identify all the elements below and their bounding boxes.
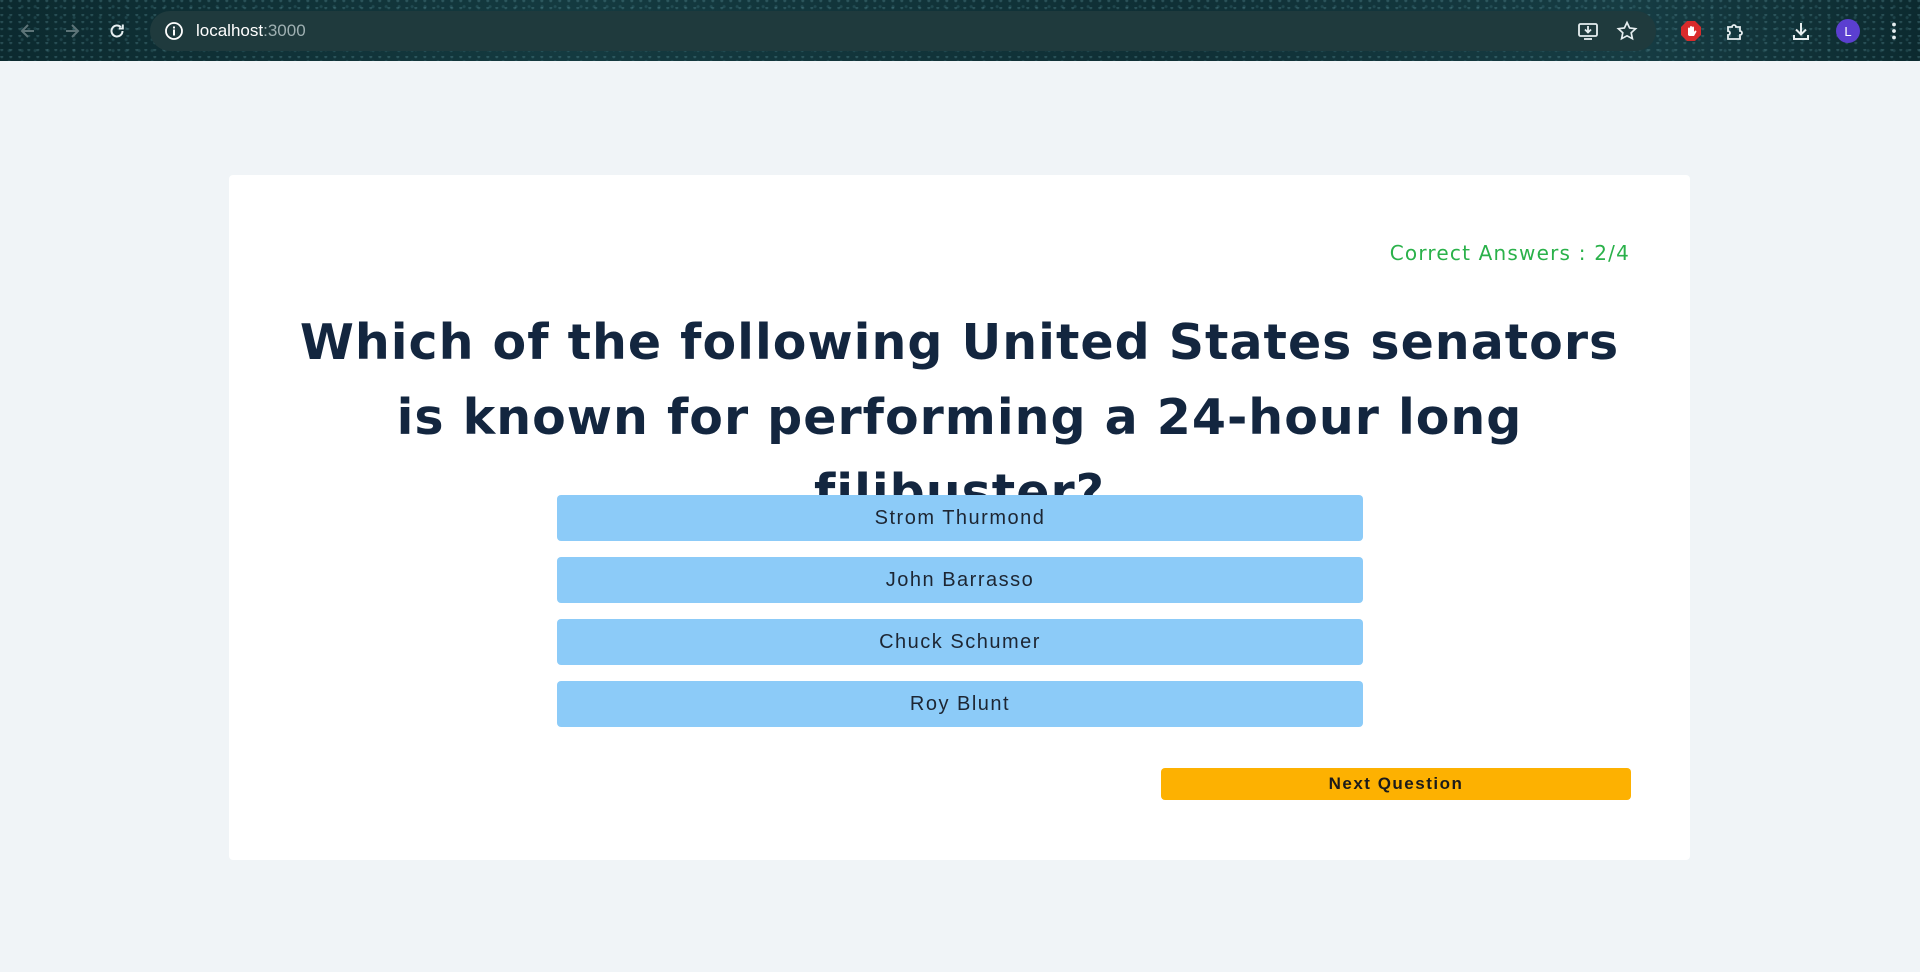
url-text[interactable]: localhost:3000 bbox=[196, 21, 306, 41]
score-counter: Correct Answers : 2/4 bbox=[1389, 241, 1630, 265]
answer-option-1[interactable]: Strom Thurmond bbox=[557, 495, 1363, 541]
reload-button[interactable] bbox=[99, 13, 135, 49]
url-host: localhost bbox=[196, 21, 264, 40]
reload-icon bbox=[107, 21, 127, 41]
extensions-puzzle-icon[interactable] bbox=[1717, 13, 1753, 49]
forward-arrow-icon bbox=[62, 21, 82, 41]
answer-list: Strom Thurmond John Barrasso Chuck Schum… bbox=[557, 495, 1363, 743]
back-arrow-icon bbox=[18, 21, 38, 41]
url-port: :3000 bbox=[263, 21, 306, 40]
forward-button[interactable] bbox=[54, 13, 90, 49]
bookmark-star-icon[interactable] bbox=[1613, 17, 1641, 45]
answer-option-3[interactable]: Chuck Schumer bbox=[557, 619, 1363, 665]
download-icon[interactable] bbox=[1783, 13, 1819, 49]
menu-kebab-icon[interactable] bbox=[1876, 13, 1912, 49]
browser-toolbar: localhost:3000 L bbox=[0, 0, 1920, 61]
back-button[interactable] bbox=[10, 13, 46, 49]
quiz-card: Correct Answers : 2/4 Which of the follo… bbox=[229, 175, 1690, 860]
profile-avatar[interactable]: L bbox=[1836, 19, 1860, 43]
address-bar[interactable]: localhost:3000 bbox=[150, 11, 1656, 51]
profile-initial: L bbox=[1844, 23, 1852, 39]
next-question-button[interactable]: Next Question bbox=[1161, 768, 1631, 800]
site-info-icon[interactable] bbox=[162, 19, 186, 43]
answer-option-2[interactable]: John Barrasso bbox=[557, 557, 1363, 603]
answer-option-4[interactable]: Roy Blunt bbox=[557, 681, 1363, 727]
install-app-icon[interactable] bbox=[1574, 17, 1602, 45]
extension-stop-icon[interactable] bbox=[1673, 13, 1709, 49]
